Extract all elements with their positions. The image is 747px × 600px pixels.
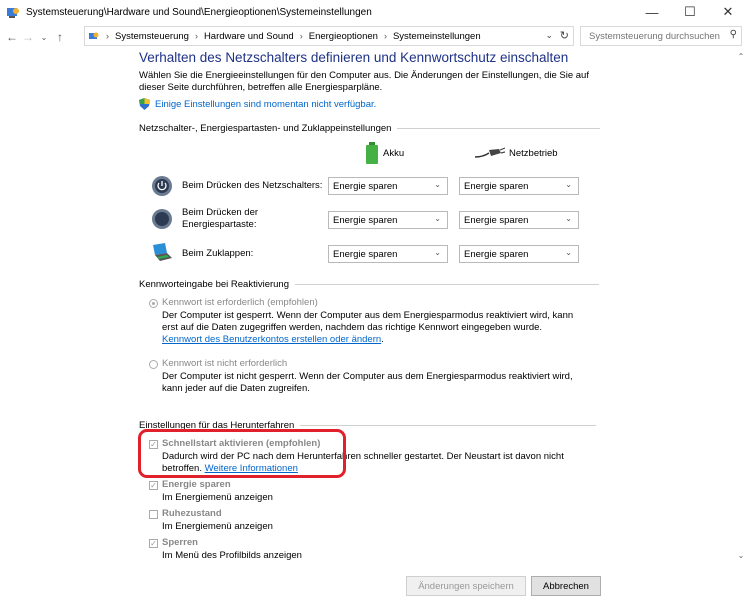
vertical-scrollbar[interactable]: ⌃ ⌄: [735, 50, 747, 562]
title-bar: Systemsteuerung\Hardware und Sound\Energ…: [0, 0, 747, 24]
chevron-down-icon: ⌄: [434, 248, 441, 257]
highlight-box: [138, 429, 346, 478]
section-title: Netzschalter-, Energiespartasten- und Zu…: [139, 123, 392, 134]
main-content: Verhalten des Netzschalters definieren u…: [0, 50, 735, 562]
sleep-button-power-select[interactable]: Energie sparen ⌄: [459, 211, 579, 229]
battery-column-header: Akku: [365, 142, 404, 164]
power-label: Netzbetrieb: [509, 147, 558, 159]
lid-close-label: Beim Zuklappen:: [182, 248, 254, 259]
sleep-label: Energie sparen: [162, 479, 231, 490]
breadcrumb-separator-icon: ›: [194, 31, 198, 41]
password-required-radio[interactable]: [149, 299, 158, 308]
lid-close-power-select[interactable]: Energie sparen ⌄: [459, 245, 579, 263]
select-value: Energie sparen: [464, 180, 529, 192]
scroll-down-icon[interactable]: ⌄: [735, 551, 747, 560]
power-button-label: Beim Drücken des Netzschalters:: [182, 180, 323, 191]
password-not-required-desc: Der Computer ist nicht gesperrt. Wenn de…: [162, 371, 573, 394]
hibernate-label: Ruhezustand: [162, 508, 222, 519]
chevron-down-icon: ⌄: [434, 180, 441, 189]
battery-label: Akku: [383, 147, 405, 159]
battery-icon: [366, 142, 378, 164]
password-required-desc: Der Computer ist gesperrt. Wenn der Comp…: [162, 310, 574, 333]
password-required-label: Kennwort ist erforderlich (empfohlen): [162, 297, 318, 308]
lock-label: Sperren: [162, 537, 198, 548]
password-not-required-radio[interactable]: [149, 360, 158, 369]
chevron-down-icon: ⌄: [434, 214, 441, 223]
sleep-checkbox[interactable]: ✓: [149, 481, 158, 490]
power-button-power-select[interactable]: Energie sparen ⌄: [459, 177, 579, 195]
save-changes-button[interactable]: Änderungen speichern: [406, 576, 526, 596]
control-panel-icon: [89, 32, 99, 39]
sleep-button-battery-select[interactable]: Energie sparen ⌄: [328, 211, 448, 229]
select-value: Energie sparen: [333, 214, 398, 226]
unavailable-settings-label[interactable]: Einige Einstellungen sind momentan nicht…: [155, 99, 376, 110]
sleep-button-icon: [152, 209, 172, 229]
maximize-button[interactable]: ☐: [671, 0, 709, 24]
address-bar[interactable]: › Systemsteuerung › Hardware und Sound ›…: [84, 26, 574, 46]
power-button-icon: [152, 176, 172, 196]
chevron-down-icon: ⌄: [565, 214, 572, 223]
breadcrumb-separator-icon: ›: [383, 31, 387, 41]
unavailable-settings-link[interactable]: Einige Einstellungen sind momentan nicht…: [139, 98, 376, 110]
select-value: Energie sparen: [464, 248, 529, 260]
power-button-battery-select[interactable]: Energie sparen ⌄: [328, 177, 448, 195]
power-plug-icon: [475, 147, 505, 158]
lock-desc: Im Menü des Profilbilds anzeigen: [162, 550, 302, 561]
intro-text: Wählen Sie die Energieeinstellungen für …: [139, 70, 589, 93]
select-value: Energie sparen: [464, 214, 529, 226]
breadcrumb-separator-icon: ›: [299, 31, 303, 41]
breadcrumb-systemsteuerung[interactable]: Systemsteuerung: [115, 31, 189, 42]
close-button[interactable]: ✕: [709, 0, 747, 24]
breadcrumb-hardware-sound[interactable]: Hardware und Sound: [204, 31, 294, 42]
buttons-section-header: Netzschalter-, Energiespartasten- und Zu…: [139, 123, 601, 134]
section-title: Kennworteingabe bei Reaktivierung: [139, 279, 289, 290]
control-panel-icon: [7, 8, 19, 18]
uac-shield-icon: [139, 98, 150, 110]
select-value: Energie sparen: [333, 180, 398, 192]
breadcrumb-separator-icon: ›: [106, 31, 109, 41]
refresh-icon[interactable]: ↻: [560, 29, 569, 42]
lid-close-battery-select[interactable]: Energie sparen ⌄: [328, 245, 448, 263]
page-title: Verhalten des Netzschalters definieren u…: [139, 50, 569, 65]
hibernate-checkbox[interactable]: [149, 510, 158, 519]
minimize-button[interactable]: —: [633, 0, 671, 24]
recent-locations-chevron-icon[interactable]: ⌄: [36, 33, 52, 42]
up-arrow-icon[interactable]: ↑: [52, 30, 68, 44]
select-value: Energie sparen: [333, 248, 398, 260]
scroll-up-icon[interactable]: ⌃: [735, 52, 747, 61]
lock-checkbox[interactable]: ✓: [149, 539, 158, 548]
password-not-required-label: Kennwort ist nicht erforderlich: [162, 358, 288, 369]
search-input[interactable]: [587, 29, 731, 43]
forward-arrow-icon[interactable]: →: [20, 30, 36, 44]
breadcrumb-systemeinstellungen[interactable]: Systemeinstellungen: [393, 31, 481, 42]
sleep-desc: Im Energiemenü anzeigen: [162, 492, 273, 503]
password-section-header: Kennworteingabe bei Reaktivierung: [139, 279, 599, 290]
breadcrumb-energieoptionen[interactable]: Energieoptionen: [309, 31, 378, 42]
search-icon[interactable]: ⚲: [730, 29, 737, 40]
change-password-link[interactable]: Kennwort des Benutzerkontos erstellen od…: [162, 334, 381, 345]
back-arrow-icon[interactable]: ←: [4, 30, 20, 44]
chevron-down-icon: ⌄: [565, 248, 572, 257]
cancel-button[interactable]: Abbrechen: [531, 576, 601, 596]
navigation-bar: ← → ⌄ ↑ › Systemsteuerung › Hardware und…: [0, 26, 747, 48]
address-dropdown-icon[interactable]: ⌄: [545, 30, 553, 41]
sleep-button-label: Beim Drücken der Energiespartaste:: [182, 207, 259, 230]
chevron-down-icon: ⌄: [565, 180, 572, 189]
password-link-row: Kennwort des Benutzerkontos erstellen od…: [162, 334, 384, 345]
window-title: Systemsteuerung\Hardware und Sound\Energ…: [26, 6, 372, 18]
power-column-header: Netzbetrieb: [475, 147, 558, 159]
search-box[interactable]: ⚲: [580, 26, 742, 46]
footer-bar: Änderungen speichern Abbrechen: [0, 566, 747, 600]
laptop-lid-icon: [153, 243, 172, 261]
hibernate-desc: Im Energiemenü anzeigen: [162, 521, 273, 532]
